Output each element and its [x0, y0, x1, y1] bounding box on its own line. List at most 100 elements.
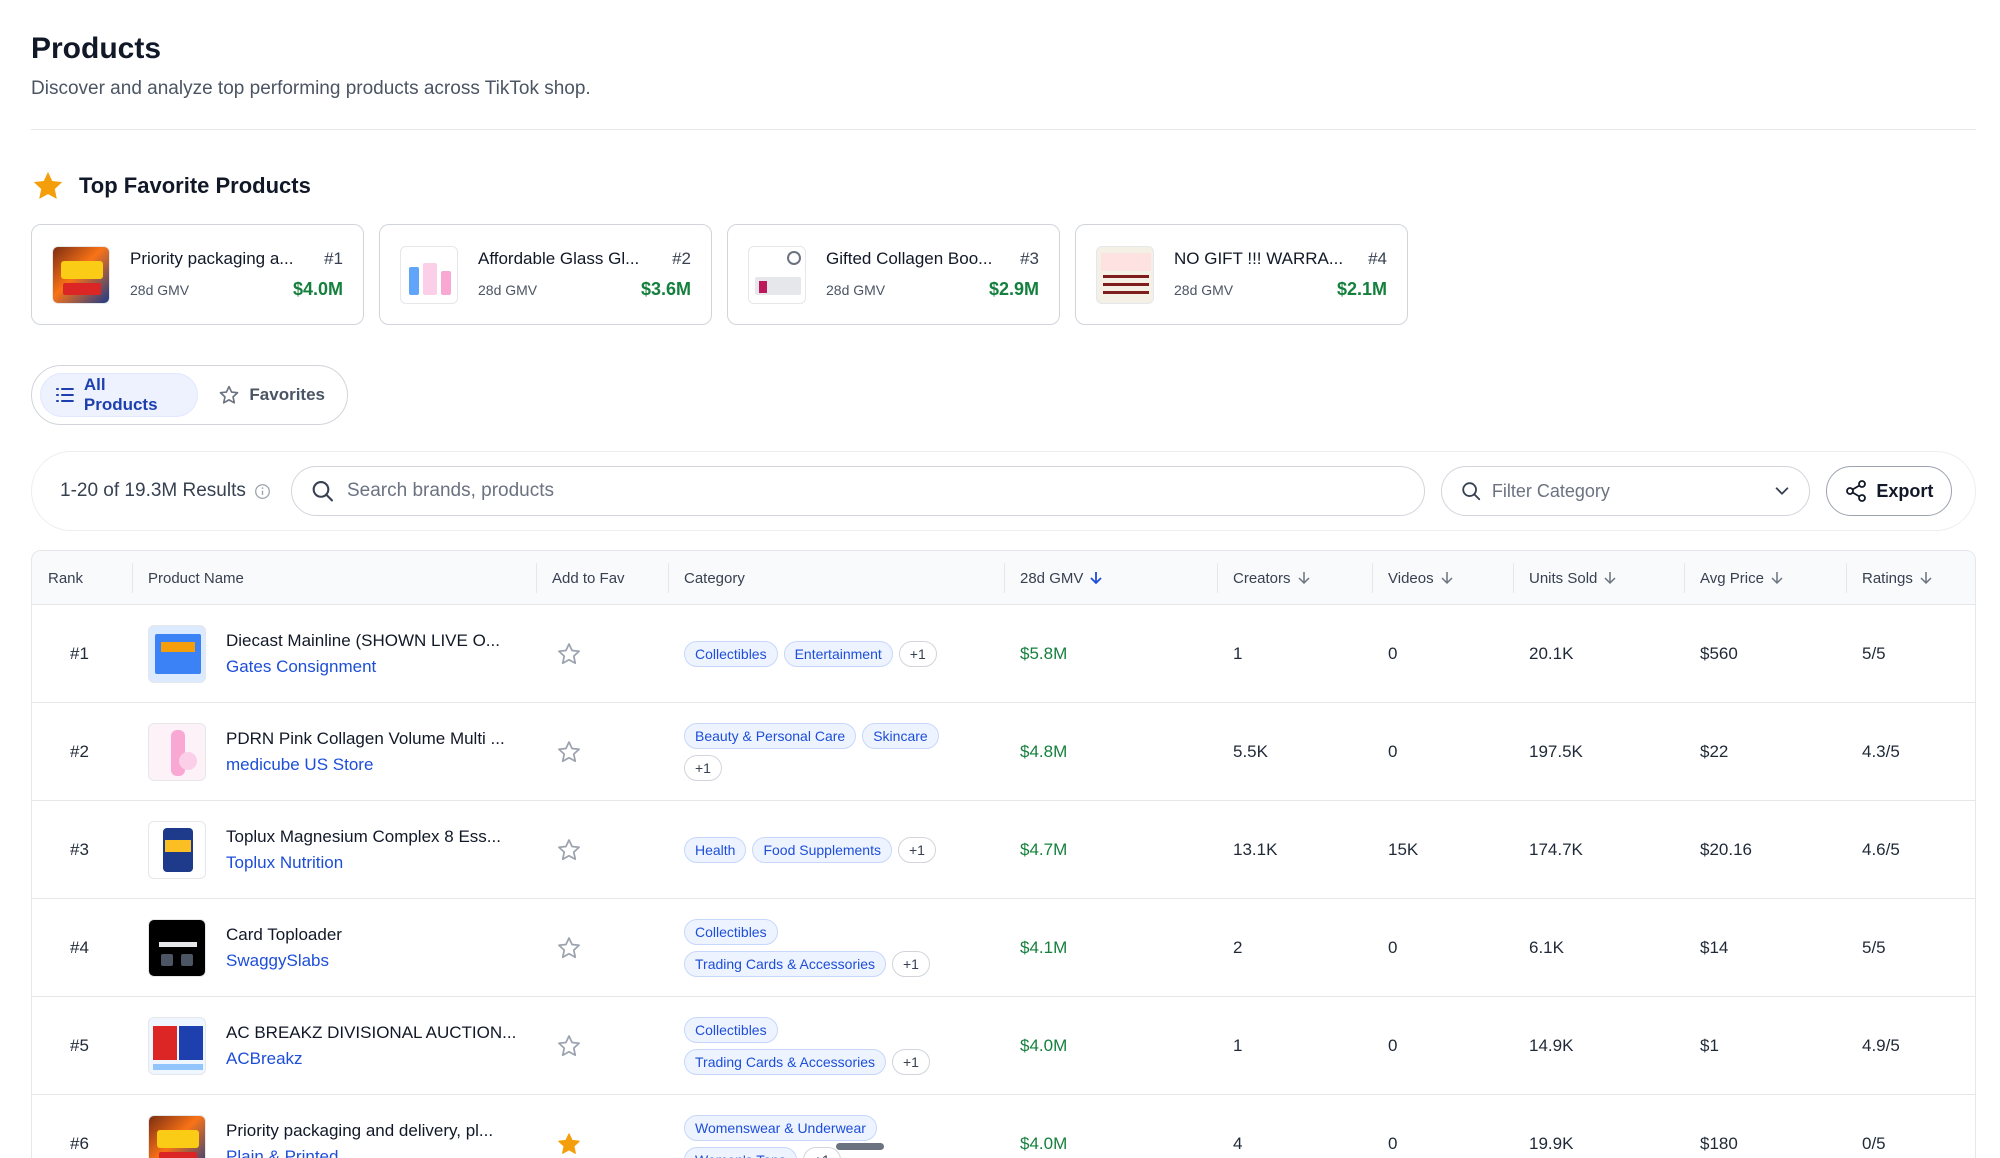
product-cell[interactable]: PDRN Pink Collagen Volume Multi ... medic…	[148, 703, 505, 801]
info-icon[interactable]	[254, 483, 271, 500]
rank-label: #4	[1368, 249, 1387, 268]
star-outline-icon[interactable]	[556, 739, 582, 765]
export-button[interactable]: Export	[1825, 466, 1952, 516]
column-header-units-sold[interactable]: Units Sold	[1529, 551, 1617, 605]
search-icon	[1462, 482, 1481, 501]
category-tag[interactable]: Skincare	[862, 723, 939, 749]
export-label: Export	[1876, 480, 1934, 501]
star-filled-icon[interactable]	[556, 1131, 582, 1157]
rank-cell: #4	[70, 938, 89, 957]
product-title: Card Toploader	[226, 925, 342, 944]
category-tag[interactable]: Food Supplements	[752, 837, 892, 863]
more-tags-badge[interactable]: +1	[892, 1049, 930, 1075]
store-link[interactable]: ACBreakz	[226, 1049, 516, 1069]
category-tag[interactable]: Beauty & Personal Care	[684, 723, 857, 749]
table-row[interactable]: #2 PDRN Pink Collagen Volume Multi ... me…	[32, 703, 1975, 801]
creators-cell: 5.5K	[1233, 742, 1268, 761]
category-tag[interactable]: Entertainment	[783, 641, 893, 667]
gmv-cell: $4.8M	[1020, 742, 1068, 761]
store-link[interactable]: SwaggySlabs	[226, 951, 342, 971]
category-cell: Womenswear & Underwear Women's Tops +1	[684, 1095, 974, 1158]
star-outline-icon[interactable]	[556, 837, 582, 863]
star-outline-icon[interactable]	[556, 935, 582, 961]
sort-arrow-icon	[1441, 572, 1453, 585]
gmv-value: $4.0M	[292, 279, 343, 299]
table-row[interactable]: #3 Toplux Magnesium Complex 8 Ess... Topl…	[32, 801, 1975, 899]
more-tags-badge[interactable]: +1	[898, 641, 937, 667]
table-row[interactable]: #1 Diecast Mainline (SHOWN LIVE O... Gate…	[32, 605, 1975, 703]
more-tags-badge[interactable]: +1	[684, 755, 722, 781]
category-tag[interactable]: Collectibles	[684, 919, 778, 945]
page-title: Products	[31, 32, 162, 65]
category-tag[interactable]: Women's Tops	[684, 1147, 797, 1158]
store-link[interactable]: medicube US Store	[226, 755, 505, 775]
column-header-videos[interactable]: Videos	[1388, 551, 1454, 605]
page-subtitle: Discover and analyze top performing prod…	[31, 78, 591, 99]
fav-cell	[556, 605, 582, 703]
tab-all-products[interactable]: All Products	[40, 373, 199, 417]
price-cell: $1	[1700, 1036, 1719, 1055]
more-tags-badge[interactable]: +1	[892, 951, 930, 977]
gmv-label: 28d GMV	[130, 281, 190, 298]
product-thumbnail	[148, 1115, 206, 1158]
videos-cell: 0	[1388, 1036, 1398, 1055]
product-thumbnail	[52, 245, 110, 304]
horizontal-scrollbar[interactable]	[836, 1143, 884, 1150]
category-tag[interactable]: Trading Cards & Accessories	[684, 951, 886, 977]
column-header-gmv[interactable]: 28d GMV	[1020, 551, 1103, 605]
product-cell[interactable]: Diecast Mainline (SHOWN LIVE O... Gates C…	[148, 605, 500, 703]
product-cell[interactable]: Toplux Magnesium Complex 8 Ess... Toplux …	[148, 801, 501, 899]
more-tags-badge[interactable]: +1	[802, 1147, 841, 1158]
product-cell[interactable]: Priority packaging and delivery, pl... Pl…	[148, 1095, 493, 1158]
videos-cell: 0	[1388, 742, 1398, 761]
header-divider	[31, 129, 1976, 130]
price-cell: $180	[1700, 1134, 1738, 1153]
top-product-card[interactable]: Affordable Glass Gl... #2 28d GMV $3.6M	[379, 224, 712, 325]
share-icon	[1846, 480, 1867, 502]
store-link[interactable]: Gates Consignment	[226, 657, 500, 677]
gmv-value: $3.6M	[640, 279, 691, 299]
units-cell: 20.1K	[1529, 644, 1574, 663]
store-link[interactable]: Toplux Nutrition	[226, 853, 501, 873]
top-product-card[interactable]: Gifted Collagen Boo... #3 28d GMV $2.9M	[727, 224, 1060, 325]
category-tag[interactable]: Womenswear & Underwear	[684, 1115, 877, 1141]
results-toolbar: 1-20 of 19.3M Results Filter Category Ex…	[31, 451, 1976, 531]
store-link[interactable]: Plain & Printed	[226, 1147, 493, 1158]
category-tag[interactable]: Trading Cards & Accessories	[684, 1049, 886, 1075]
products-table: Rank Product Name Add to Fav Category 28…	[31, 550, 1976, 1158]
table-row[interactable]: #4 Card Toploader SwaggySlabs Collectible…	[32, 899, 1975, 997]
product-cell[interactable]: Card Toploader SwaggySlabs	[148, 899, 342, 997]
category-tag[interactable]: Health	[684, 837, 747, 863]
product-cell[interactable]: AC BREAKZ DIVISIONAL AUCTION... ACBreakz	[148, 997, 516, 1095]
top-product-card[interactable]: Priority packaging a... #1 28d GMV $4.0M	[31, 224, 364, 325]
search-input[interactable]	[347, 480, 1406, 502]
category-tag[interactable]: Collectibles	[684, 1017, 778, 1043]
table-row[interactable]: #5 AC BREAKZ DIVISIONAL AUCTION... ACBrea…	[32, 997, 1975, 1095]
rating-cell: 4.3/5	[1862, 742, 1900, 761]
tab-favorites[interactable]: Favorites	[204, 373, 339, 417]
column-header-avg-price[interactable]: Avg Price	[1700, 551, 1784, 605]
product-title: PDRN Pink Collagen Volume Multi ...	[226, 729, 505, 748]
product-thumbnail	[400, 245, 458, 304]
product-name: Priority packaging a...	[130, 249, 294, 268]
fav-cell	[556, 997, 582, 1095]
search-box[interactable]	[290, 466, 1425, 516]
top-product-card[interactable]: NO GIFT !!! WARRA... #4 28d GMV $2.1M	[1075, 224, 1408, 325]
column-header-category: Category	[684, 569, 745, 587]
table-header: Rank Product Name Add to Fav Category 28…	[32, 551, 1975, 605]
section-title: Top Favorite Products	[79, 173, 311, 198]
column-header-ratings[interactable]: Ratings	[1862, 551, 1933, 605]
gmv-label: 28d GMV	[1174, 281, 1234, 298]
gmv-cell: $5.8M	[1020, 644, 1068, 663]
gmv-value: $2.9M	[988, 279, 1039, 299]
column-header-creators[interactable]: Creators	[1233, 551, 1311, 605]
star-outline-icon[interactable]	[556, 1033, 582, 1059]
category-tag[interactable]: Collectibles	[684, 641, 778, 667]
filter-category-select[interactable]: Filter Category	[1440, 466, 1810, 516]
category-cell: Health Food Supplements +1	[684, 801, 936, 899]
more-tags-badge[interactable]: +1	[898, 837, 936, 863]
star-outline-icon[interactable]	[556, 641, 582, 667]
price-cell: $560	[1700, 644, 1738, 663]
table-row[interactable]: #6 Priority packaging and delivery, pl..…	[32, 1095, 1975, 1158]
rating-cell: 4.6/5	[1862, 840, 1900, 859]
